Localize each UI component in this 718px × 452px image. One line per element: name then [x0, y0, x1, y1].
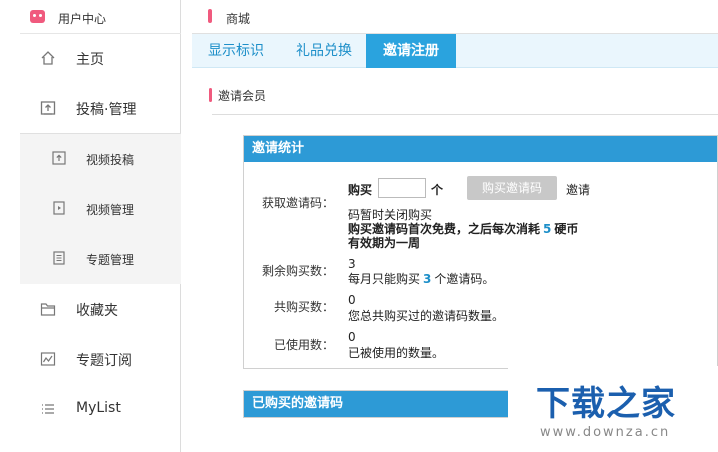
sidebar-item-label: 主页 — [76, 52, 104, 68]
buy-prefix: 购买 — [348, 183, 373, 197]
submenu: 视频投稿 视频管理 专题管理 — [20, 133, 181, 284]
sidebar-item-upload-manage[interactable]: 投稿·管理 — [20, 84, 181, 134]
panel-title: 邀请统计 — [244, 136, 717, 162]
total-value: 0 — [348, 293, 356, 307]
used-label: 已使用数： — [273, 338, 334, 352]
upload-small-icon — [52, 151, 66, 165]
sidebar-subitem-video-manage[interactable]: 视频管理 — [20, 184, 181, 234]
remaining-desc-value: 3 — [423, 272, 432, 286]
sidebar-item-favorites[interactable]: 收藏夹 — [20, 285, 181, 335]
tab-display-badge[interactable]: 显示标识 — [198, 34, 274, 68]
tab-gift-exchange[interactable]: 礼品兑换 — [280, 34, 368, 68]
sidebar-title: 用户中心 — [58, 12, 107, 26]
chart-icon — [40, 352, 56, 366]
price-unit: 硬币 — [554, 222, 579, 236]
section-marker — [209, 88, 212, 102]
tab-invite-register[interactable]: 邀请注册 — [366, 34, 456, 68]
sidebar-item-home[interactable]: 主页 — [20, 34, 181, 84]
remaining-desc: 每月只能购买 3 个邀请码。 — [348, 270, 494, 287]
sidebar-subitem-label: 视频管理 — [86, 203, 135, 217]
quantity-input[interactable] — [378, 178, 426, 198]
get-code-label: 获取邀请码： — [261, 196, 334, 210]
remaining-label: 剩余购买数： — [261, 264, 334, 278]
sidebar-subitem-video-upload[interactable]: 视频投稿 — [20, 134, 181, 184]
sidebar-subitem-label: 专题管理 — [86, 253, 135, 267]
sidebar-item-label: MyList — [76, 400, 121, 416]
buy-invite-code-button[interactable]: 购买邀请码 — [467, 176, 557, 200]
sidebar-item-topic-subscribe[interactable]: 专题订阅 — [20, 335, 181, 385]
unit-label: 个 — [431, 183, 444, 197]
used-value: 0 — [348, 330, 356, 344]
home-icon — [41, 51, 55, 65]
page-header: 商城 — [192, 0, 718, 34]
bilibili-logo-icon — [30, 10, 45, 23]
total-label: 共购买数： — [273, 300, 334, 314]
used-desc: 已被使用的数量。 — [348, 346, 445, 360]
sidebar-menu: 主页 投稿·管理 视频投稿 视频管理 专题管理 收藏夹 专题订阅 MyList — [20, 34, 181, 452]
remaining-desc-text: 每月只能购买 — [348, 272, 421, 286]
sidebar-subitem-label: 视频投稿 — [86, 153, 135, 167]
list-icon — [42, 404, 54, 414]
invite-trailing-text: 邀请 — [566, 183, 591, 197]
sidebar-subitem-topic-manage[interactable]: 专题管理 — [20, 234, 181, 284]
page-title: 商城 — [226, 12, 251, 26]
watermark-brand: 下载之家 — [536, 384, 676, 424]
sidebar-item-mylist[interactable]: MyList — [20, 385, 181, 435]
divider — [212, 114, 718, 115]
remaining-desc-unit: 个邀请码。 — [434, 272, 495, 286]
tab-bar: 显示标识 礼品兑换 邀请注册 — [192, 34, 718, 68]
sidebar: 用户中心 主页 投稿·管理 视频投稿 视频管理 专题管理 收藏夹 专题订阅 My… — [0, 0, 181, 452]
upload-icon — [40, 101, 56, 115]
section-title-text: 邀请会员 — [218, 89, 267, 103]
sidebar-item-label: 收藏夹 — [76, 303, 118, 319]
watermark-url: www.downza.cn — [540, 425, 671, 440]
total-desc: 您总共购买过的邀请码数量。 — [348, 309, 505, 323]
validity-note: 有效期为一周 — [348, 236, 421, 250]
section-title: 邀请会员 — [209, 87, 267, 104]
document-icon — [53, 251, 65, 265]
watermark: 下载之家 www.downza.cn — [508, 366, 718, 452]
sidebar-header: 用户中心 — [20, 0, 181, 34]
video-icon — [53, 201, 65, 215]
invite-stats-panel: 邀请统计 获取邀请码： 购买 个 购买邀请码 邀请 码暂时关闭购买 购买邀请码首… — [243, 135, 718, 369]
sidebar-item-label: 专题订阅 — [76, 353, 132, 369]
price-value: 5 — [543, 222, 552, 236]
folder-icon — [40, 303, 56, 316]
sidebar-item-label: 投稿·管理 — [76, 102, 137, 118]
header-marker — [208, 9, 212, 23]
remaining-value: 3 — [348, 257, 356, 271]
